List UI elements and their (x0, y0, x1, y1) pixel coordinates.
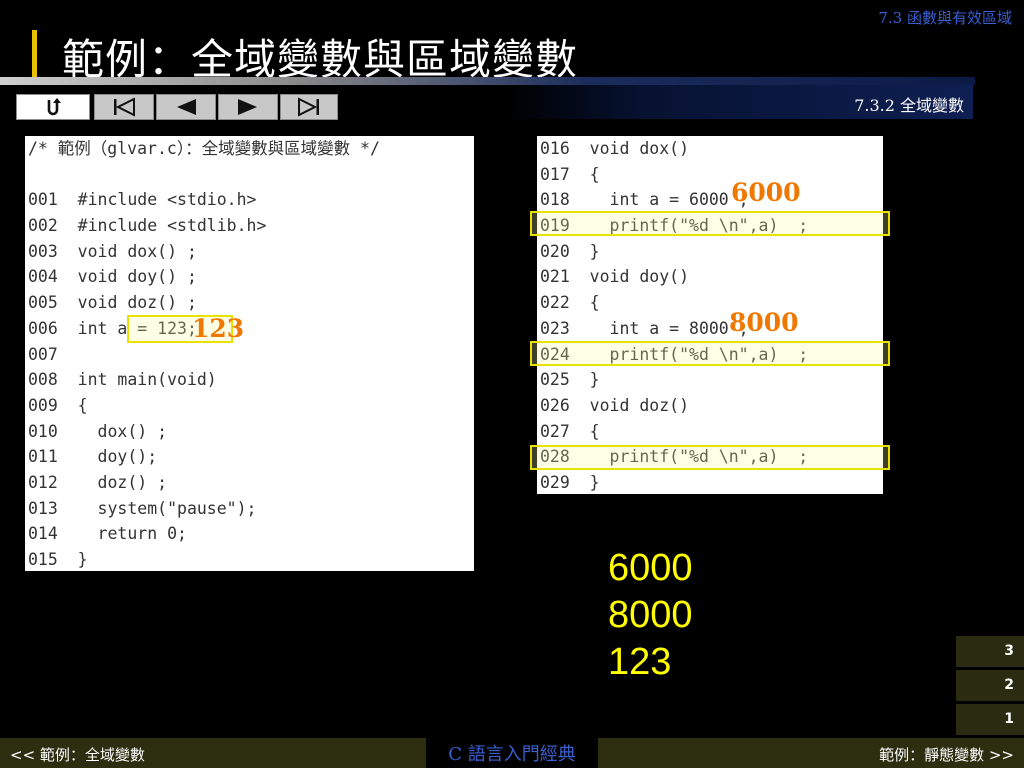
section-label: 7.3 函數與有效區域 (878, 9, 1012, 27)
value-annotation-123: 123 (192, 314, 245, 343)
return-u-arrow-icon (47, 98, 61, 116)
code-line: 029 } (540, 472, 600, 492)
code-line: 016 void dox() (540, 139, 690, 158)
code-line: 017 { (540, 164, 600, 184)
code-line: 002 #include <stdlib.h> (28, 216, 267, 236)
output-line: 123 (608, 641, 672, 683)
code-line: 023 int a = 8000 ; (540, 318, 749, 338)
code-line: 006 int a = 123; (28, 318, 197, 338)
last-slide-icon (298, 97, 319, 117)
title-accent-bar (32, 30, 37, 80)
highlight-line-024 (530, 341, 890, 366)
code-line: 013 system("pause"); (28, 498, 257, 518)
code-line: 003 void dox() ; (28, 241, 197, 261)
page-button-2[interactable]: 2 (956, 670, 1024, 701)
code-line: 021 void doy() (540, 267, 690, 287)
value-annotation-6000: 6000 (731, 178, 801, 207)
code-line: 022 { (540, 293, 600, 313)
first-slide-button[interactable] (94, 94, 154, 120)
last-slide-button[interactable] (280, 94, 338, 120)
code-line: 008 int main(void) (28, 370, 217, 390)
code-line: 020 } (540, 241, 600, 261)
value-annotation-8000: 8000 (729, 308, 799, 337)
code-line: 015 } (28, 550, 88, 569)
code-line: 026 void doz() (540, 395, 690, 415)
output-line: 8000 (608, 594, 693, 636)
footer-next-link[interactable]: 範例：靜態變數 >> (879, 744, 1014, 765)
code-line: 027 { (540, 421, 600, 441)
code-line: 005 void doz() ; (28, 293, 197, 313)
code-line: 018 int a = 6000 ; (540, 190, 749, 210)
output-line: 6000 (608, 547, 693, 589)
title-divider (0, 77, 975, 85)
code-line: 007 (28, 344, 58, 364)
code-line: /* 範例（glvar.c）：全域變數與區域變數 */ (28, 139, 380, 158)
book-title: C 語言入門經典 (448, 744, 576, 765)
return-button[interactable] (16, 94, 90, 120)
code-line: 001 #include <stdio.h> (28, 190, 257, 210)
code-line: 004 void doy() ; (28, 267, 197, 287)
code-panel-right: 016 void dox() 017 {018 int a = 6000 ; 019… (537, 136, 883, 494)
page-button-3[interactable]: 3 (956, 636, 1024, 667)
previous-slide-icon (177, 99, 196, 115)
previous-slide-button[interactable] (156, 94, 216, 120)
code-line: 012 doz() ; (28, 472, 168, 492)
code-line: 014 return 0; (28, 524, 187, 544)
subsection-title: 7.3.2 全域變數 (854, 96, 964, 115)
code-line: 009 { (28, 395, 88, 415)
code-line: 011 doy(); (28, 447, 158, 467)
page-button-1[interactable]: 1 (956, 704, 1024, 735)
highlight-line-019 (530, 211, 890, 236)
highlight-line-028 (530, 445, 890, 470)
code-panel-left: /* 範例（glvar.c）：全域變數與區域變數 */ 001 #include … (25, 136, 474, 571)
first-slide-icon (114, 97, 135, 117)
footer-prev-link[interactable]: << 範例：全域變數 (10, 744, 145, 765)
code-line: 025 } (540, 370, 600, 390)
code-line: 010 dox() ; (28, 421, 168, 441)
next-slide-icon (238, 99, 257, 115)
next-slide-button[interactable] (218, 94, 278, 120)
